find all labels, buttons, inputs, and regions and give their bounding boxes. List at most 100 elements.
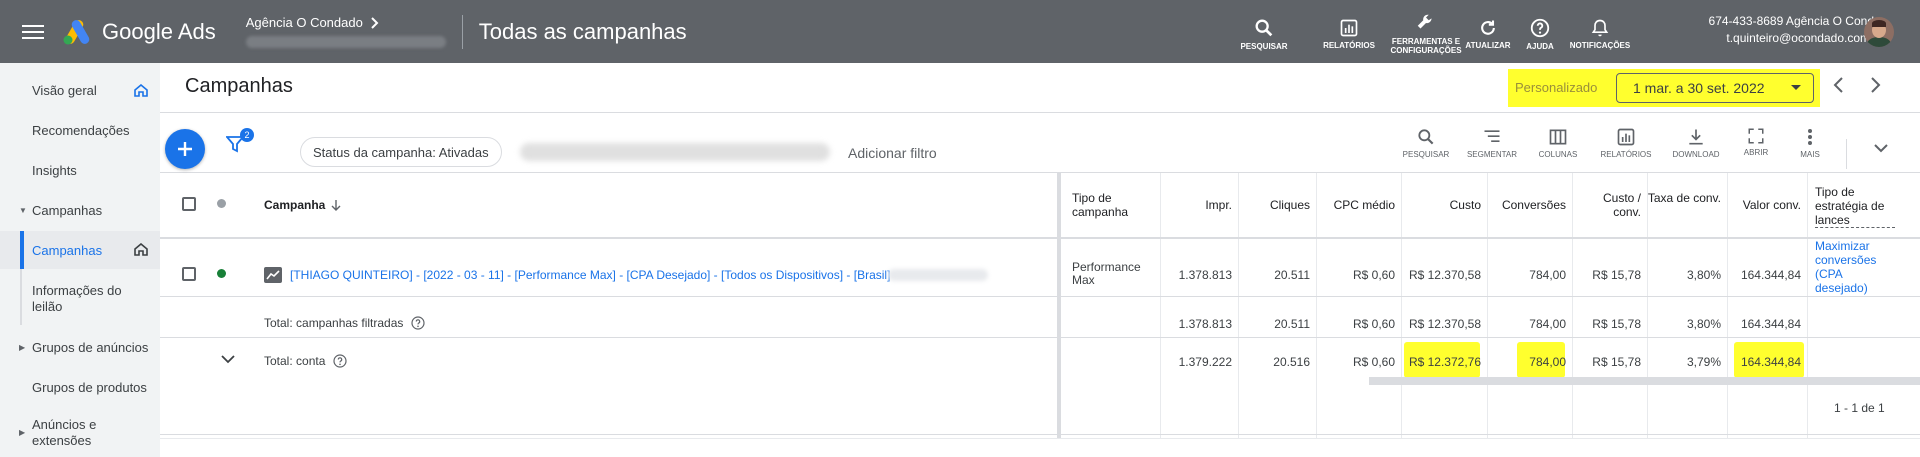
google-ads-logo[interactable]: Google Ads (60, 19, 216, 45)
sidebar-item-label: Visão geral (32, 82, 97, 98)
top-search-label: PESQUISAR (1240, 41, 1288, 51)
header-divider (461, 14, 463, 49)
status-column-dot (217, 199, 226, 208)
caret-right-icon: ▶ (19, 428, 26, 437)
help-icon (1530, 18, 1550, 37)
header-campaign[interactable]: Campanha (264, 198, 341, 212)
columns-icon (1549, 129, 1567, 145)
header-conversions[interactable]: Conversões (1487, 198, 1566, 212)
select-all-checkbox[interactable] (182, 197, 196, 211)
sidebar-item-label: Recomendações (32, 122, 130, 138)
column-divider (1238, 173, 1239, 438)
date-prev-button[interactable] (1832, 76, 1844, 98)
header-conv-value[interactable]: Valor conv. (1727, 198, 1801, 212)
chevron-down-icon[interactable] (220, 354, 236, 364)
header-impressions[interactable]: Impr. (1160, 198, 1232, 212)
sidebar-group-ads-extensions[interactable]: ▶ Anúncios e extensões (0, 415, 160, 451)
main-header: Campanhas Personalizado 1 mar. a 30 set.… (160, 63, 1920, 113)
home-icon (134, 243, 148, 256)
menu-icon[interactable] (22, 24, 44, 39)
date-next-button[interactable] (1870, 76, 1882, 98)
column-divider (1316, 173, 1317, 438)
column-divider (1401, 173, 1402, 438)
sidebar-item-auction-insights[interactable]: Informações do leilão (0, 281, 160, 317)
filtered-cost-per-conv: R$ 15,78 (1592, 317, 1641, 331)
top-bar: Google Ads Agência O Condado Todas as ca… (0, 0, 1920, 63)
filtered-conv-rate: 3,80% (1686, 317, 1721, 331)
user-email: t.quinteiro@ocondado.com.br (1726, 31, 1884, 45)
account-conversions: 784,00 (1529, 355, 1566, 369)
total-filtered-label-wrap: Total: campanhas filtradas (264, 316, 426, 330)
add-campaign-button[interactable] (165, 129, 205, 169)
more-button[interactable]: MAIS (1792, 127, 1828, 159)
sidebar-group-campaigns[interactable]: ▼ Campanhas (0, 199, 160, 221)
redacted-campaign-suffix (888, 269, 988, 281)
expand-button[interactable]: ABRIR (1736, 127, 1776, 157)
columns-button[interactable]: COLUNAS (1532, 127, 1584, 159)
top-search-button[interactable]: PESQUISAR (1238, 0, 1290, 63)
chevron-down-icon[interactable] (1873, 143, 1889, 153)
row-divider (160, 337, 1920, 338)
table-search-button[interactable]: PESQUISAR (1400, 127, 1452, 159)
user-info[interactable]: 674-433-8689 Agência O Cond... t.quintei… (1670, 14, 1884, 45)
header-cost[interactable]: Custo (1401, 198, 1481, 212)
performance-max-icon (264, 267, 282, 283)
row-clicks: 20.511 (1274, 268, 1310, 282)
header-clicks[interactable]: Cliques (1238, 198, 1310, 212)
sidebar-item-insights[interactable]: Insights (0, 159, 160, 181)
caret-right-icon: ▶ (19, 342, 26, 352)
top-tools-button[interactable]: FERRAMENTAS E CONFIGURAÇÕES (1390, 0, 1462, 63)
header-bid-strategy[interactable]: Tipo de estratégia de lances (1815, 185, 1895, 228)
sidebar-item-recommendations[interactable]: Recomendações (0, 119, 160, 141)
sidebar-item-product-groups[interactable]: Grupos de produtos (0, 376, 160, 398)
expand-icon (1748, 128, 1764, 144)
account-avg-cpc: R$ 0,60 (1352, 355, 1395, 369)
account-switcher[interactable]: Agência O Condado (245, 0, 446, 63)
header-campaign-label: Campanha (264, 198, 326, 212)
top-help-button[interactable]: AJUDA (1514, 0, 1566, 63)
row-conversions: 784,00 (1529, 268, 1566, 282)
help-icon[interactable] (333, 354, 347, 368)
user-account-line: 674-433-8689 Agência O Cond... (1708, 14, 1884, 28)
home-icon (134, 84, 148, 97)
header-campaign-type[interactable]: Tipo de campanha (1072, 191, 1152, 219)
account-cost: R$ 12.372,76 (1408, 355, 1481, 369)
sidebar-item-overview[interactable]: Visão geral (0, 79, 160, 101)
horizontal-scrollbar[interactable] (1369, 377, 1920, 385)
header-conv-rate[interactable]: Taxa de conv. (1647, 191, 1721, 205)
date-custom-label: Personalizado (1515, 80, 1598, 95)
download-label: DOWNLOAD (1672, 150, 1720, 159)
header-avg-cpc[interactable]: CPC médio (1316, 198, 1395, 212)
total-filtered-label: Total: campanhas filtradas (264, 316, 404, 330)
top-notifications-label: NOTIFICAÇÕES (1569, 40, 1631, 50)
row-divider (160, 296, 1920, 297)
top-refresh-button[interactable]: ATUALIZAR (1462, 0, 1514, 63)
status-enabled-dot[interactable] (217, 269, 226, 278)
bid-strategy-link[interactable]: Maximizar conversões (CPA desejado) (1815, 239, 1895, 295)
download-button[interactable]: DOWNLOAD (1668, 127, 1724, 159)
date-range-picker[interactable]: 1 mar. a 30 set. 2022 (1616, 73, 1814, 103)
chevron-right-icon (1871, 77, 1881, 93)
top-refresh-label: ATUALIZAR (1465, 40, 1511, 50)
sidebar-item-campaigns[interactable]: Campanhas (0, 231, 160, 269)
avatar[interactable] (1864, 17, 1894, 47)
caret-down-icon: ▼ (19, 205, 27, 215)
help-icon[interactable] (411, 316, 426, 330)
search-icon (1418, 129, 1434, 145)
reports-icon (1617, 128, 1635, 146)
campaign-name-link[interactable]: [THIAGO QUINTEIRO] - [2022 - 03 - 11] - … (290, 268, 898, 282)
row-divider (160, 438, 1920, 439)
filtered-conv-value: 164.344,84 (1740, 317, 1801, 331)
more-label: MAIS (1800, 150, 1820, 159)
top-notifications-button[interactable]: NOTIFICAÇÕES (1566, 0, 1634, 63)
sidebar-group-ad-groups[interactable]: ▶ Grupos de anúncios (0, 336, 160, 358)
table-reports-button[interactable]: RELATÓRIOS (1596, 127, 1656, 159)
segment-button[interactable]: SEGMENTAR (1464, 127, 1520, 159)
top-reports-button[interactable]: RELATÓRIOS (1310, 0, 1388, 63)
refresh-icon (1481, 20, 1495, 35)
app-name: Google Ads (102, 18, 216, 44)
row-checkbox[interactable] (182, 267, 196, 281)
status-filter-chip[interactable]: Status da campanha: Ativadas (300, 137, 502, 167)
header-cost-per-conv[interactable]: Custo / conv. (1572, 191, 1641, 219)
add-filter-button[interactable]: Adicionar filtro (848, 145, 937, 161)
